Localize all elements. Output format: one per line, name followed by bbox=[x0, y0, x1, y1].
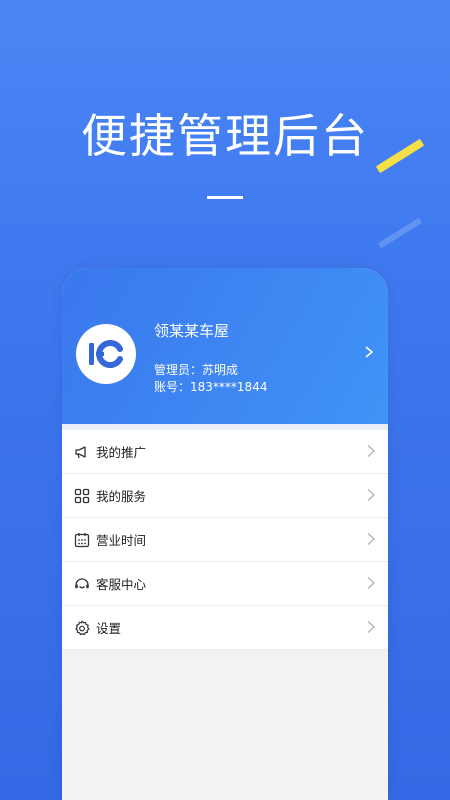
grid-icon bbox=[74, 488, 90, 503]
headset-icon bbox=[75, 577, 89, 588]
faint-accent-stroke bbox=[378, 217, 422, 249]
ic-logo-icon bbox=[76, 324, 136, 384]
menu-item-label: 营业时间 bbox=[96, 533, 147, 548]
shop-name: 领某某车屋 bbox=[154, 322, 230, 340]
chevron-right-icon bbox=[365, 346, 374, 358]
menu-item-business-hours[interactable]: 营业时间 bbox=[62, 518, 388, 562]
profile-card[interactable]: 领某某车屋 管理员：苏明成 账号：183****1844 bbox=[62, 268, 388, 430]
menu-item-customer-service[interactable]: 客服中心 bbox=[62, 562, 388, 606]
title-underline bbox=[207, 196, 243, 199]
gear-icon bbox=[75, 620, 90, 635]
menu-item-promotion[interactable]: 我的推广 bbox=[62, 430, 388, 474]
promo-screen: 便捷管理后台 领某某车屋 管理员：苏明成 账号：183****1844 我的推广… bbox=[0, 0, 450, 800]
menu-item-label: 我的服务 bbox=[96, 489, 147, 504]
menu-item-label: 客服中心 bbox=[96, 577, 147, 592]
menu-item-services[interactable]: 我的服务 bbox=[62, 474, 388, 518]
admin-label: 管理员： bbox=[154, 363, 203, 377]
admin-name: 苏明成 bbox=[202, 363, 239, 377]
menu-list: 我的推广 我的服务 营业时间 客服中心 设置 bbox=[62, 430, 388, 650]
chevron-right-icon bbox=[367, 488, 376, 502]
chevron-right-icon bbox=[367, 532, 376, 546]
hero-title: 便捷管理后台 bbox=[81, 109, 369, 163]
phone-mockup: 领某某车屋 管理员：苏明成 账号：183****1844 我的推广 我的服务 营… bbox=[62, 268, 388, 800]
chevron-right-icon bbox=[367, 444, 376, 458]
account-label: 账号： bbox=[154, 380, 191, 394]
chevron-right-icon bbox=[367, 620, 376, 634]
account-value: 183****1844 bbox=[190, 380, 268, 394]
chevron-right-icon bbox=[367, 576, 376, 590]
megaphone-icon bbox=[75, 445, 86, 458]
account-info: 账号：183****1844 bbox=[154, 378, 267, 395]
menu-item-label: 我的推广 bbox=[96, 445, 147, 460]
calendar-icon bbox=[74, 532, 90, 547]
admin-info: 管理员：苏明成 bbox=[154, 361, 238, 378]
menu-item-settings[interactable]: 设置 bbox=[62, 606, 388, 650]
menu-item-label: 设置 bbox=[96, 621, 122, 636]
